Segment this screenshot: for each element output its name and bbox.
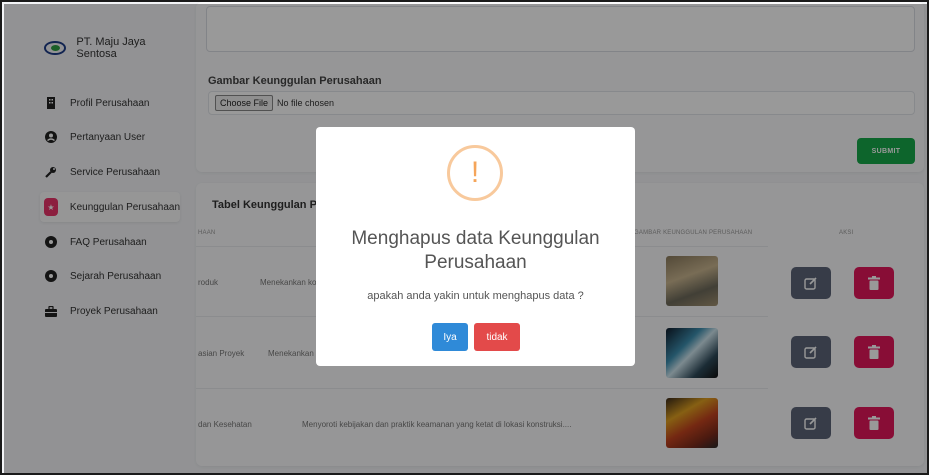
confirm-button[interactable]: Iya [432, 323, 468, 351]
confirm-delete-dialog: ! Menghapus data Keunggulan Perusahaan a… [316, 127, 635, 366]
warning-icon: ! [447, 145, 503, 201]
cancel-button[interactable]: tidak [474, 323, 520, 351]
dialog-message: apakah anda yakin untuk menghapus data ? [367, 290, 584, 302]
dialog-title: Menghapus data Keunggulan Perusahaan [351, 228, 600, 273]
app-window: PT. Maju Jaya Sentosa Profil Perusahaan … [0, 0, 929, 475]
